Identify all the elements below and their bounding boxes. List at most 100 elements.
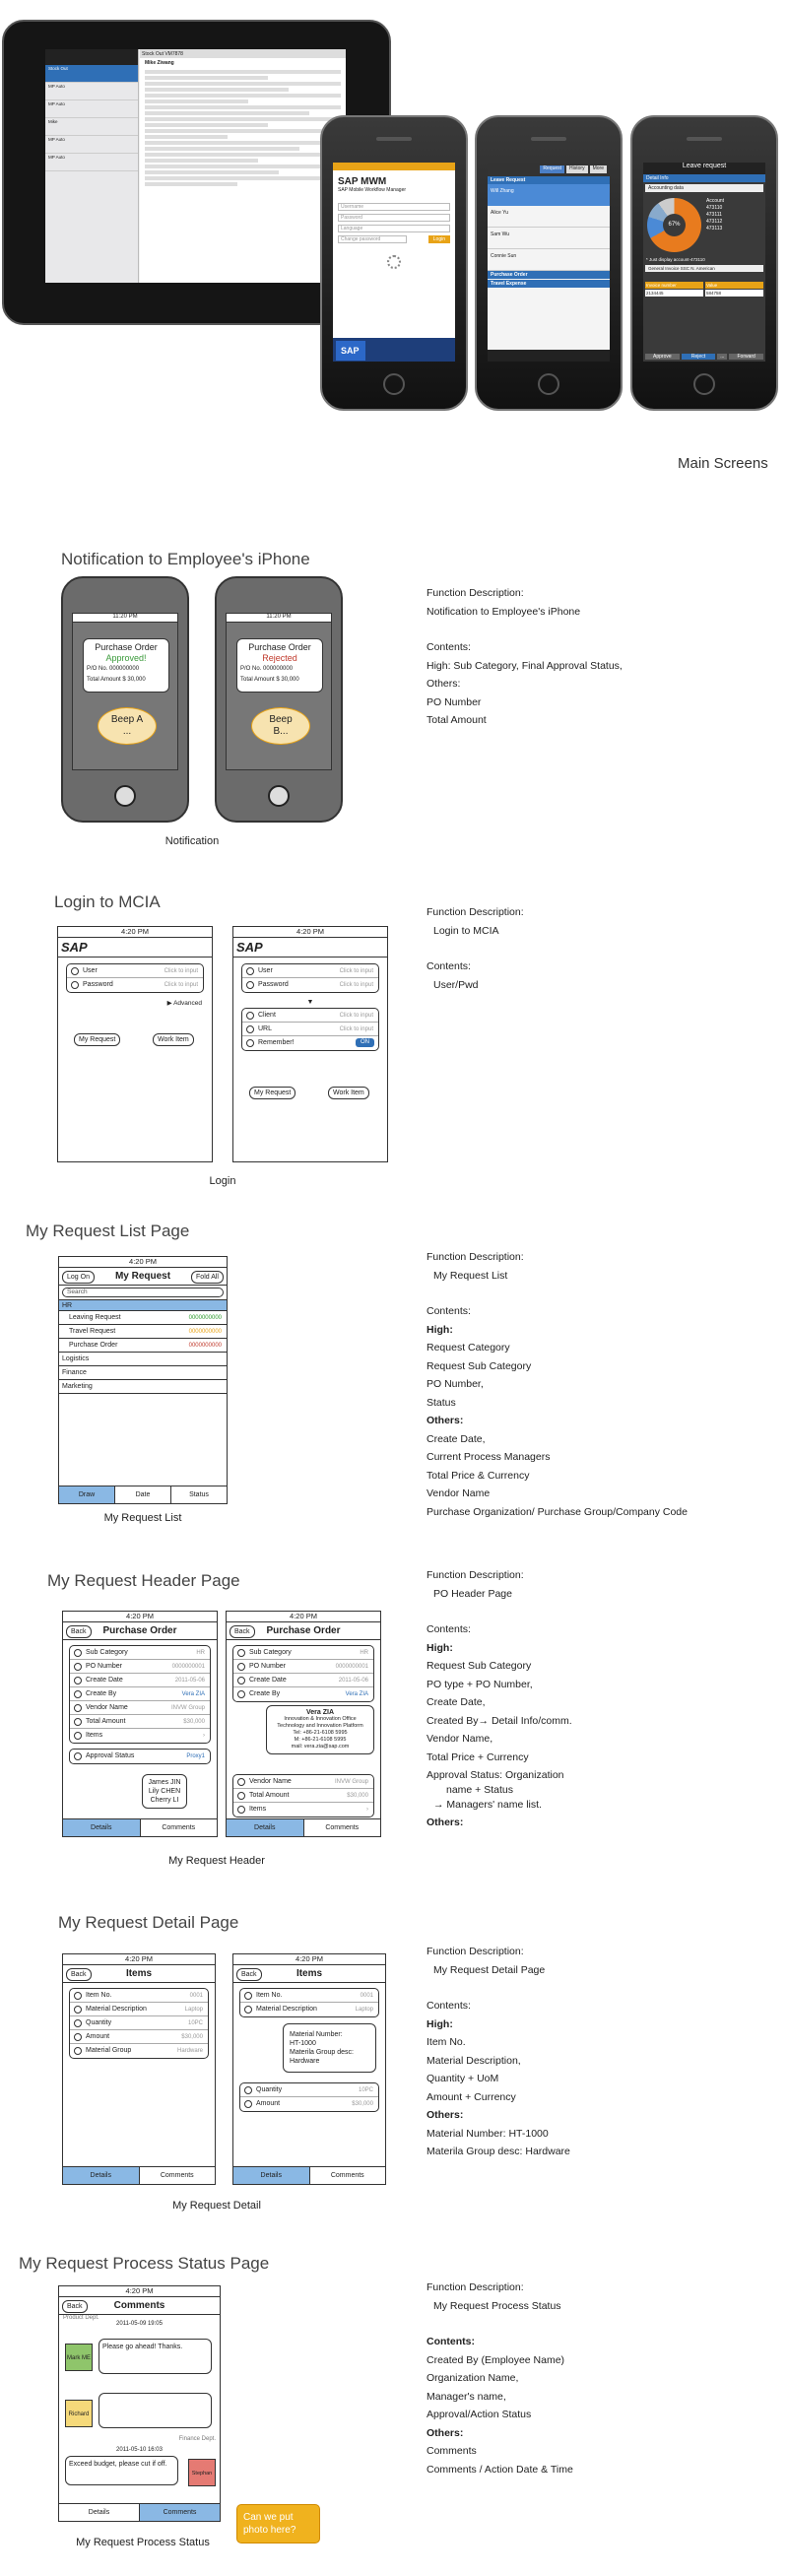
po-label: P/O No. bbox=[240, 666, 262, 672]
account-label: Account bbox=[706, 198, 725, 204]
created-by-link[interactable]: Vera ZIA bbox=[182, 1687, 205, 1701]
comment-bubble: Exceed budget, please cut if off. bbox=[65, 2456, 178, 2485]
back-button[interactable]: Back bbox=[230, 1625, 255, 1638]
password-field[interactable]: Password bbox=[338, 214, 450, 222]
tab-more[interactable]: More bbox=[589, 165, 607, 173]
remember-toggle[interactable]: ON bbox=[356, 1038, 374, 1047]
tab-details[interactable]: Details bbox=[233, 2167, 310, 2184]
field-label: Password bbox=[83, 981, 113, 988]
change-password-field[interactable]: Change password bbox=[338, 235, 407, 243]
login-advanced-wireframe: 4:20 PM SAP User Click to input Password C… bbox=[232, 926, 388, 1162]
po-value: 000000000 bbox=[263, 666, 294, 672]
header-wireframe-popup: 4:20 PM Back Purchase Order Sub Category H… bbox=[226, 1611, 381, 1837]
advanced-toggle[interactable]: ▶ Advanced bbox=[58, 999, 202, 1007]
sap-logo: SAP bbox=[58, 938, 212, 958]
group-logistics[interactable]: Logistics bbox=[59, 1353, 227, 1366]
back-button[interactable]: Back bbox=[62, 2300, 88, 2313]
username-field[interactable]: Username bbox=[338, 203, 450, 211]
search-input[interactable]: Search bbox=[62, 1288, 224, 1297]
group-marketing[interactable]: Marketing bbox=[59, 1380, 227, 1394]
beep-text: Beep A bbox=[110, 714, 144, 725]
group-hr[interactable]: HR bbox=[59, 1299, 227, 1311]
tab-comments[interactable]: Comments bbox=[140, 2167, 216, 2184]
field-hint[interactable]: Click to input bbox=[340, 964, 373, 978]
tab-comments[interactable]: Comments bbox=[141, 1819, 218, 1836]
tab-draw[interactable]: Draw bbox=[59, 1486, 115, 1503]
detail-vendor: General Invoice SSC N. American bbox=[645, 265, 763, 272]
tab-date[interactable]: Date bbox=[115, 1486, 171, 1503]
total-value: $ 30,000 bbox=[276, 677, 299, 683]
status-time: 4:20 PM bbox=[233, 1954, 385, 1965]
log-on-button[interactable]: Log On bbox=[62, 1271, 95, 1284]
group-finance[interactable]: Finance bbox=[59, 1366, 227, 1380]
list-item[interactable]: Alice Yu bbox=[488, 206, 610, 228]
ipad-list-item[interactable]: MP Auto bbox=[45, 154, 138, 171]
avatar: Richard bbox=[65, 2400, 93, 2427]
more-button[interactable]: ... bbox=[717, 354, 728, 360]
work-item-button[interactable]: Work Item bbox=[328, 1087, 369, 1099]
ipad-list-item[interactable]: MP Auto bbox=[45, 136, 138, 154]
material-group-row[interactable]: Material Group bbox=[86, 2047, 131, 2054]
field-hint[interactable]: Click to input bbox=[340, 1009, 373, 1023]
avatar: Mark ME bbox=[65, 2344, 93, 2371]
tab-status[interactable]: Status bbox=[171, 1486, 227, 1503]
approve-button[interactable]: Approve bbox=[645, 354, 680, 360]
list-item[interactable]: Sam Wu bbox=[488, 228, 610, 249]
detail-note: * Just display account-473110 bbox=[646, 257, 705, 262]
list-item[interactable]: Will Zhang bbox=[488, 184, 610, 206]
field-hint[interactable]: Click to input bbox=[340, 978, 373, 992]
back-button[interactable]: Back bbox=[66, 1968, 92, 1981]
cell: 2134445 bbox=[645, 290, 703, 297]
tab-comments[interactable]: Comments bbox=[304, 1819, 381, 1836]
language-select[interactable]: Language bbox=[338, 225, 450, 232]
fold-all-button[interactable]: Fold All bbox=[191, 1271, 224, 1284]
field-icon bbox=[74, 1663, 82, 1671]
status-time: 4:20 PM bbox=[59, 2286, 220, 2297]
field-icon bbox=[74, 2033, 82, 2041]
back-button[interactable]: Back bbox=[66, 1625, 92, 1638]
my-request-button[interactable]: My Request bbox=[74, 1033, 121, 1046]
items-row[interactable]: Items bbox=[86, 1732, 102, 1739]
item-label[interactable]: Purchase Order bbox=[69, 1342, 117, 1349]
ipad-list-item[interactable]: Mike bbox=[45, 118, 138, 136]
ipad-list-item[interactable]: MP Auto bbox=[45, 83, 138, 100]
tab-request[interactable]: Request bbox=[540, 165, 565, 173]
page-title: Purchase Order bbox=[102, 1625, 177, 1636]
sketch-phone: 11:20 PM Purchase Order Rejected P/O No.… bbox=[215, 576, 343, 823]
tab-details[interactable]: Details bbox=[59, 2504, 140, 2521]
notif-status: Approved! bbox=[105, 653, 147, 663]
my-request-button[interactable]: My Request bbox=[249, 1087, 296, 1099]
field-icon bbox=[74, 2006, 82, 2014]
approval-link[interactable]: Proxy1 bbox=[186, 1750, 205, 1763]
forward-button[interactable]: Forward bbox=[729, 354, 764, 360]
description-header: Function Description: PO Header Page Cont… bbox=[427, 1569, 572, 1828]
tab-details[interactable]: Details bbox=[63, 2167, 140, 2184]
field-hint[interactable]: Click to input bbox=[340, 1023, 373, 1036]
item-label[interactable]: Leaving Request bbox=[69, 1314, 121, 1321]
field-icon bbox=[237, 1690, 245, 1698]
item-label[interactable]: Travel Request bbox=[69, 1328, 115, 1335]
status-time: 4:20 PM bbox=[233, 927, 387, 938]
field-icon bbox=[74, 1992, 82, 2000]
chevron-down-icon[interactable]: ▼ bbox=[233, 999, 387, 1006]
field-hint[interactable]: Click to input bbox=[164, 964, 198, 978]
list-item[interactable]: Connie Sun bbox=[488, 249, 610, 271]
tab-comments[interactable]: Comments bbox=[310, 2167, 386, 2184]
tab-comments[interactable]: Comments bbox=[140, 2504, 220, 2521]
work-item-button[interactable]: Work Item bbox=[153, 1033, 194, 1046]
ipad-list-item[interactable]: Stock Out bbox=[45, 65, 138, 83]
login-button[interactable]: Login bbox=[427, 235, 450, 243]
field-label: User bbox=[258, 967, 273, 974]
ipad-list-item[interactable]: MP Auto bbox=[45, 100, 138, 118]
field-hint[interactable]: Click to input bbox=[164, 978, 198, 992]
item-number: 0000000000 bbox=[188, 1343, 222, 1349]
login-app-subtitle: SAP Mobile Workflow Manager bbox=[338, 187, 407, 193]
ipad-header: Stock Out VM7878 bbox=[140, 49, 346, 58]
col-header: Value bbox=[705, 282, 763, 289]
tab-details[interactable]: Details bbox=[227, 1819, 304, 1836]
reject-button[interactable]: Reject bbox=[681, 354, 716, 360]
back-button[interactable]: Back bbox=[236, 1968, 262, 1981]
field-icon bbox=[244, 2086, 252, 2094]
tab-history[interactable]: History bbox=[566, 165, 588, 173]
tab-details[interactable]: Details bbox=[63, 1819, 141, 1836]
